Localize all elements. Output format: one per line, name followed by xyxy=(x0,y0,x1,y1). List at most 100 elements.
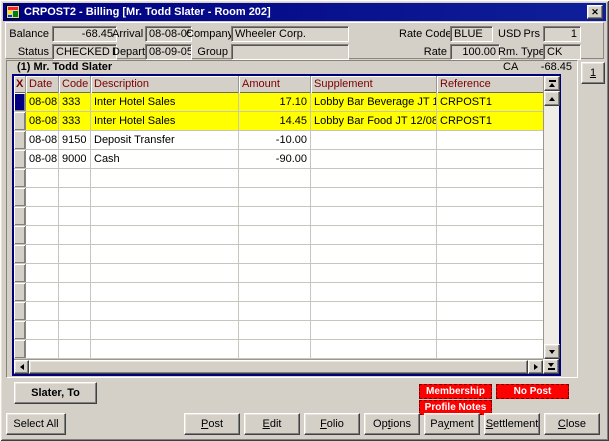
scroll-top-button[interactable] xyxy=(544,76,560,91)
cell-description[interactable] xyxy=(91,283,239,301)
select-all-button[interactable]: Select All xyxy=(6,413,66,435)
cell-reference[interactable]: CRPOST1 xyxy=(437,112,543,130)
scroll-up-button[interactable] xyxy=(544,91,560,106)
cell-supplement[interactable] xyxy=(311,188,437,206)
posting-row[interactable]: 08-089150Deposit Transfer-10.00 xyxy=(14,131,543,150)
cell-date[interactable] xyxy=(26,226,59,244)
scroll-bottom-button[interactable] xyxy=(543,359,559,374)
rate-field[interactable]: 100.00 xyxy=(450,44,500,60)
cell-supplement[interactable]: Lobby Bar Food JT 12/08/08 xyxy=(311,112,437,130)
title-bar[interactable]: CRPOST2 - Billing [Mr. Todd Slater - Roo… xyxy=(3,3,606,21)
cell-amount[interactable]: -10.00 xyxy=(239,131,311,149)
no-post-badge[interactable]: No Post xyxy=(496,384,569,399)
posting-row[interactable] xyxy=(14,169,543,188)
cell-code[interactable] xyxy=(59,245,91,263)
cell-date[interactable] xyxy=(26,340,59,358)
cell-supplement[interactable] xyxy=(311,245,437,263)
vertical-scrollbar[interactable] xyxy=(543,76,559,359)
row-select-cell[interactable] xyxy=(14,321,26,339)
column-header-code[interactable]: Code xyxy=(59,76,91,93)
cell-code[interactable]: 333 xyxy=(59,93,91,111)
cell-description[interactable] xyxy=(91,264,239,282)
cell-amount[interactable] xyxy=(239,188,311,206)
options-button[interactable]: Options xyxy=(364,413,420,435)
cell-date[interactable]: 08-08 xyxy=(26,112,59,130)
row-select-cell[interactable] xyxy=(14,169,26,187)
cell-date[interactable] xyxy=(26,264,59,282)
row-select-cell[interactable] xyxy=(14,188,26,206)
cell-code[interactable]: 333 xyxy=(59,112,91,130)
payment-button[interactable]: Payment xyxy=(424,413,480,435)
horizontal-scrollbar[interactable] xyxy=(14,359,543,374)
column-header-amount[interactable]: Amount xyxy=(239,76,311,93)
cell-code[interactable] xyxy=(59,340,91,358)
cell-amount[interactable] xyxy=(239,207,311,225)
column-header-x[interactable]: X xyxy=(14,76,26,93)
cell-reference[interactable] xyxy=(437,207,543,225)
cell-description[interactable] xyxy=(91,188,239,206)
column-header-date[interactable]: Date xyxy=(26,76,59,93)
cell-code[interactable] xyxy=(59,169,91,187)
cell-reference[interactable] xyxy=(437,188,543,206)
posting-row[interactable] xyxy=(14,321,543,340)
cell-date[interactable] xyxy=(26,283,59,301)
row-select-cell[interactable] xyxy=(14,150,26,168)
post-button[interactable]: Post xyxy=(184,413,240,435)
cell-description[interactable]: Cash xyxy=(91,150,239,168)
cell-supplement[interactable] xyxy=(311,169,437,187)
cell-code[interactable] xyxy=(59,264,91,282)
cell-amount[interactable] xyxy=(239,283,311,301)
rate-code-field[interactable]: BLUE xyxy=(450,26,493,42)
cell-supplement[interactable] xyxy=(311,340,437,358)
posting-row[interactable]: 08-089000Cash-90.00 xyxy=(14,150,543,169)
cell-reference[interactable] xyxy=(437,321,543,339)
cell-code[interactable]: 9000 xyxy=(59,150,91,168)
row-select-cell[interactable] xyxy=(14,207,26,225)
cell-reference[interactable] xyxy=(437,340,543,358)
cell-description[interactable] xyxy=(91,321,239,339)
cell-supplement[interactable] xyxy=(311,321,437,339)
cell-amount[interactable] xyxy=(239,169,311,187)
cell-amount[interactable] xyxy=(239,302,311,320)
cell-date[interactable] xyxy=(26,207,59,225)
balance-field[interactable]: -68.45 xyxy=(52,26,117,42)
cell-amount[interactable] xyxy=(239,226,311,244)
close-window-button[interactable]: Close xyxy=(544,413,600,435)
depart-field[interactable]: 08-09-05 xyxy=(145,44,192,60)
cell-amount[interactable] xyxy=(239,340,311,358)
column-header-supplement[interactable]: Supplement xyxy=(311,76,437,93)
cell-amount[interactable]: 14.45 xyxy=(239,112,311,130)
row-select-cell[interactable] xyxy=(14,112,26,130)
cell-amount[interactable]: -90.00 xyxy=(239,150,311,168)
cell-code[interactable] xyxy=(59,283,91,301)
cell-supplement[interactable] xyxy=(311,131,437,149)
membership-badge[interactable]: Membership xyxy=(419,384,492,399)
row-select-cell[interactable] xyxy=(14,264,26,282)
cell-description[interactable] xyxy=(91,207,239,225)
scroll-right-button[interactable] xyxy=(528,360,543,374)
cell-description[interactable] xyxy=(91,340,239,358)
cell-amount[interactable]: 17.10 xyxy=(239,93,311,111)
scroll-left-button[interactable] xyxy=(14,360,29,374)
cell-reference[interactable] xyxy=(437,131,543,149)
cell-amount[interactable] xyxy=(239,321,311,339)
company-field[interactable]: Wheeler Corp. xyxy=(231,26,349,42)
row-select-cell[interactable] xyxy=(14,302,26,320)
settlement-button[interactable]: Settlement xyxy=(484,413,540,435)
close-button[interactable]: ✕ xyxy=(587,5,603,19)
posting-row[interactable]: 08-08333Inter Hotel Sales14.45Lobby Bar … xyxy=(14,112,543,131)
group-field[interactable] xyxy=(231,44,349,60)
window-number-button[interactable]: 1 xyxy=(581,62,605,84)
posting-row[interactable] xyxy=(14,283,543,302)
row-select-cell[interactable] xyxy=(14,226,26,244)
cell-description[interactable] xyxy=(91,226,239,244)
folio-button[interactable]: Folio xyxy=(304,413,360,435)
cell-reference[interactable] xyxy=(437,150,543,168)
cell-amount[interactable] xyxy=(239,264,311,282)
cell-code[interactable] xyxy=(59,226,91,244)
posting-row[interactable] xyxy=(14,340,543,359)
cell-code[interactable] xyxy=(59,321,91,339)
horizontal-scroll-thumb[interactable] xyxy=(29,360,528,374)
cell-supplement[interactable] xyxy=(311,207,437,225)
cell-description[interactable] xyxy=(91,169,239,187)
